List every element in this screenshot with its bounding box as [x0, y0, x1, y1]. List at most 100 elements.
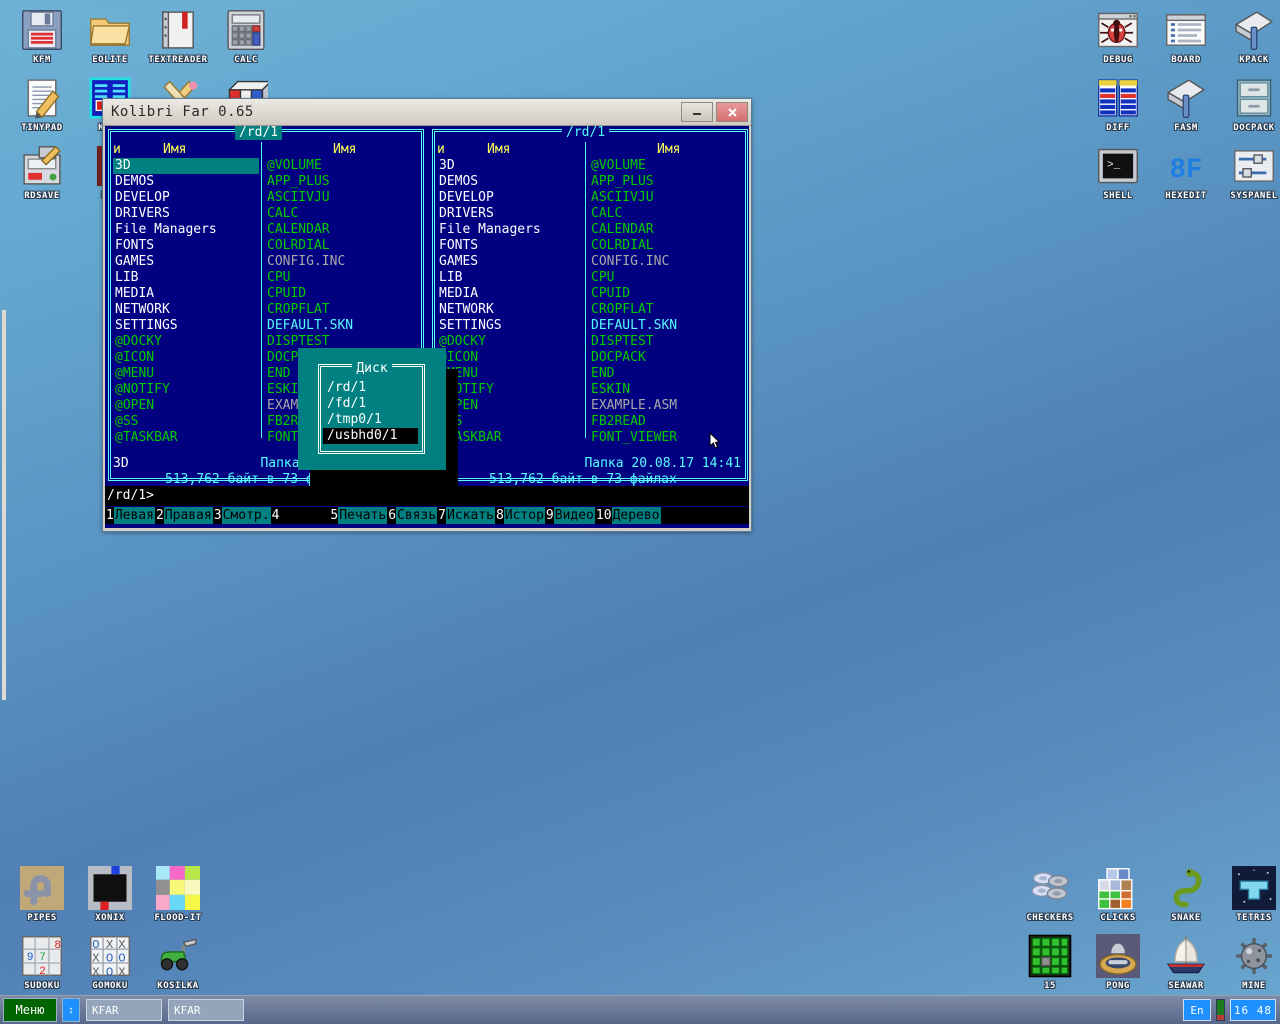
desktop-icon-tinypad[interactable]: TINYPAD [8, 76, 76, 133]
disk-dialog[interactable]: Диск /rd/1/fd/1/tmp0/1/usbhd0/1 [298, 348, 446, 470]
desktop-icon-shell[interactable]: >_ SHELL [1084, 144, 1152, 201]
function-key-10[interactable]: 10 Дерево [594, 507, 661, 524]
file-entry[interactable]: @NOTIFY [437, 382, 583, 398]
file-entry[interactable]: @OPEN [113, 398, 259, 414]
file-entry[interactable]: DISPTEST [589, 334, 744, 350]
language-indicator[interactable]: En [1183, 999, 1211, 1021]
file-entry[interactable]: DOCPACK [589, 350, 744, 366]
far-console[interactable]: /rd/1 и Имя Имя 3D DEMOS DEVELOP DRIVERS Fil… [105, 126, 749, 528]
left-panel-column-1[interactable]: 3D DEMOS DEVELOP DRIVERS File Managers FONTS G… [113, 158, 259, 446]
right-file-panel[interactable]: /rd/1 и Имя Имя 3D DEMOS DEVELOP DRIVERS Fil… [429, 126, 749, 487]
file-entry[interactable]: File Managers [113, 222, 259, 238]
file-entry[interactable]: @ICON [437, 350, 583, 366]
file-entry[interactable]: @NOTIFY [113, 382, 259, 398]
desktop-icon-gomoku[interactable]: O O O O X X X X X GOMOKU [76, 934, 144, 991]
desktop-icon-xonix[interactable]: XONIX [76, 866, 144, 923]
file-entry[interactable]: NETWORK [113, 302, 259, 318]
clock[interactable]: 16 48 [1230, 999, 1276, 1021]
file-entry[interactable]: CALC [265, 206, 420, 222]
file-entry[interactable]: @SS [437, 414, 583, 430]
desktop-icon-hexedit[interactable]: 8F HEXEDIT [1152, 144, 1220, 201]
desktop-icon-debug[interactable]: DEBUG [1084, 8, 1152, 65]
file-entry[interactable]: LIB [437, 270, 583, 286]
file-entry[interactable]: COLRDIAL [589, 238, 744, 254]
desktop-icon-kfm[interactable]: KFM [8, 8, 76, 65]
file-entry[interactable]: MEDIA [437, 286, 583, 302]
file-entry[interactable]: MEDIA [113, 286, 259, 302]
file-entry[interactable]: FONTS [113, 238, 259, 254]
file-entry[interactable]: LIB [113, 270, 259, 286]
file-entry[interactable]: CPUID [589, 286, 744, 302]
function-key-4[interactable]: 4 [270, 507, 330, 524]
file-entry[interactable]: @SS [113, 414, 259, 430]
file-entry[interactable]: ASCIIVJU [265, 190, 420, 206]
desktop-icon-kpack[interactable]: KPACK [1220, 8, 1280, 65]
file-entry[interactable]: FONTS [437, 238, 583, 254]
desktop-icon-sudoku[interactable]: 8 9 7 2 SUDOKU [8, 934, 76, 991]
taskbar-task-button[interactable]: KFAR [168, 999, 244, 1021]
right-panel-column-1[interactable]: 3D DEMOS DEVELOP DRIVERS File Managers FONTS G… [437, 158, 583, 446]
file-entry[interactable]: EXAMPLE.ASM [589, 398, 744, 414]
file-entry[interactable]: DEMOS [113, 174, 259, 190]
file-entry[interactable]: FB2READ [589, 414, 744, 430]
desktop-icon-syspanel[interactable]: SYSPANEL [1220, 144, 1280, 201]
file-entry[interactable]: @ICON [113, 350, 259, 366]
desktop-icon-calc[interactable]: CALC [212, 8, 280, 65]
desktop-icon-mine[interactable]: MINE [1220, 934, 1280, 991]
minimize-button[interactable] [681, 102, 713, 122]
file-entry[interactable]: SETTINGS [113, 318, 259, 334]
file-entry[interactable]: APP_PLUS [265, 174, 420, 190]
file-entry[interactable]: CONFIG.INC [265, 254, 420, 270]
disk-dialog-item[interactable]: /rd/1 [323, 380, 366, 396]
file-entry[interactable]: CPU [589, 270, 744, 286]
system-tray[interactable]: En 16 48 [1183, 999, 1276, 1021]
command-line[interactable]: /rd/1> [105, 486, 749, 506]
file-entry[interactable]: CALC [589, 206, 744, 222]
file-entry[interactable]: @MENU [113, 366, 259, 382]
file-entry[interactable]: @VOLUME [589, 158, 744, 174]
file-entry[interactable]: DEVELOP [113, 190, 259, 206]
function-key-8[interactable]: 8 Истор [494, 507, 545, 524]
right-panel-path[interactable]: /rd/1 [562, 126, 610, 140]
file-entry[interactable]: @MENU [437, 366, 583, 382]
desktop-icon-kosilka[interactable]: KOSILKA [144, 934, 212, 991]
file-entry[interactable]: CROPFLAT [589, 302, 744, 318]
desktop-icon-fasm[interactable]: FASM [1152, 76, 1220, 133]
file-entry[interactable]: 3D [437, 158, 583, 174]
close-button[interactable] [716, 102, 748, 122]
file-entry[interactable]: @VOLUME [265, 158, 420, 174]
file-entry[interactable]: NETWORK [437, 302, 583, 318]
file-entry[interactable]: DEMOS [437, 174, 583, 190]
file-entry[interactable]: SETTINGS [437, 318, 583, 334]
function-key-3[interactable]: 3 Смотр. [212, 507, 271, 524]
desktop-icon-tetris[interactable]: TETRIS [1220, 866, 1280, 923]
function-key-1[interactable]: 1 Левая [105, 507, 155, 524]
desktop-icon-seawar[interactable]: SEAWAR [1152, 934, 1220, 991]
file-entry[interactable]: ASCIIVJU [589, 190, 744, 206]
disk-dialog-item[interactable]: /usbhd0/1 [323, 428, 418, 444]
function-key-2[interactable]: 2 Правая [154, 507, 213, 524]
file-entry[interactable]: @OPEN [437, 398, 583, 414]
right-panel-column-2[interactable]: @VOLUME APP_PLUS ASCIIVJU CALC CALENDAR COLRD… [589, 158, 744, 446]
desktop-icon-pipes[interactable]: PIPES [8, 866, 76, 923]
file-entry[interactable]: DEVELOP [437, 190, 583, 206]
taskbar[interactable]: Меню ↕ KFAR KFAR En 16 48 [0, 995, 1280, 1024]
file-entry[interactable]: @TASKBAR [113, 430, 259, 446]
file-entry[interactable]: CROPFLAT [265, 302, 420, 318]
file-entry[interactable]: CALENDAR [589, 222, 744, 238]
desktop-icon-checkers[interactable]: CHECKERS [1016, 866, 1084, 923]
desktop-icon-snake[interactable]: SNAKE [1152, 866, 1220, 923]
file-entry[interactable]: DRIVERS [113, 206, 259, 222]
file-entry[interactable]: END [589, 366, 744, 382]
desktop-icon-rdsave[interactable]: RDSAVE [8, 144, 76, 201]
desktop-icon-diff[interactable]: DIFF [1084, 76, 1152, 133]
far-window[interactable]: Kolibri Far 0.65 /rd/1 и Имя Имя 3D DEMOS… [102, 98, 752, 532]
start-menu-button[interactable]: Меню [3, 998, 57, 1022]
desktop-icon-15[interactable]: 15 [1016, 934, 1084, 991]
file-entry[interactable]: File Managers [437, 222, 583, 238]
window-titlebar[interactable]: Kolibri Far 0.65 [103, 99, 751, 126]
file-entry[interactable]: @DOCKY [113, 334, 259, 350]
taskbar-task-list[interactable]: KFAR KFAR [80, 999, 244, 1021]
file-entry[interactable]: GAMES [113, 254, 259, 270]
file-entry[interactable]: @DOCKY [437, 334, 583, 350]
